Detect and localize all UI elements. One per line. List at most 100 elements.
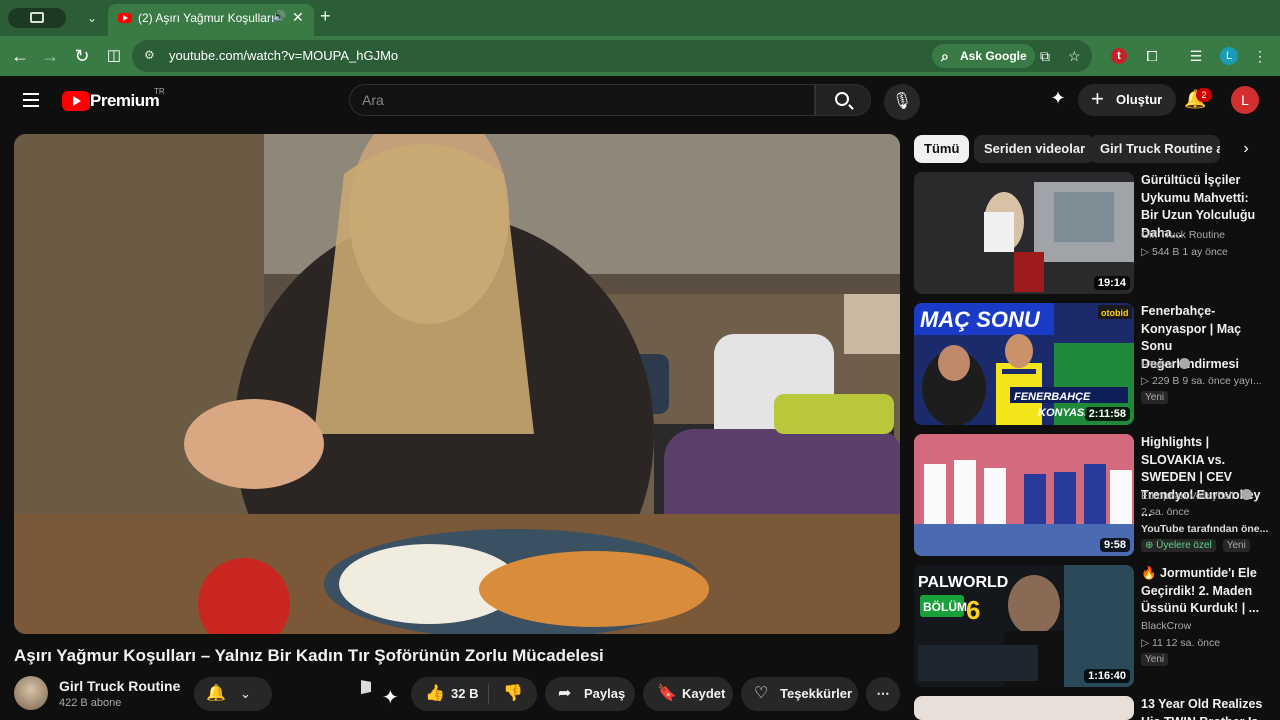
channel-name: HTalks [1141,359,1173,371]
recommendation-item[interactable]: MAÇ SONU otobid FENERBAHÇE KONYASI 2:11:… [914,303,1280,425]
tab-group-icon [30,12,44,23]
chip-channel[interactable]: Girl Truck Routine adlı [1090,135,1220,163]
address-bar[interactable]: ⚙ youtube.com/watch?v=MOUPA_hGJMo Ask Go… [132,40,1092,72]
video-thumbnail[interactable]: PALWORLD BÖLÜM 6 1:16:40 [914,565,1134,687]
save-button[interactable]: 🔖 Kaydet [643,677,733,711]
ask-google-button[interactable]: Ask Google [932,44,1035,68]
new-badge: Yeni [1141,653,1169,666]
youtube-favicon-icon [118,13,132,23]
like-dislike-group: 👍 32 B 👎 [411,677,537,711]
youtube-header: Premium TR 🎙 ✦ Oluştur 🔔 L [0,76,1280,124]
chip-all[interactable]: Tümü [914,135,970,163]
reading-list-icon[interactable]: ☰ [1186,46,1206,66]
channel-name: European Volleyball [1141,490,1234,502]
dislike-icon[interactable]: 👎 [503,677,523,711]
gemini-icon[interactable]: ✦ [1046,88,1070,112]
brand-name[interactable]: Premium [90,91,160,111]
new-badge: Yeni [1141,391,1169,404]
subscription-bell-button[interactable]: 🔔 ⌄ [194,677,272,711]
split-view-icon[interactable]: ◫ [102,44,126,68]
notification-badge: 2 [1196,88,1212,102]
search-box[interactable] [349,84,815,116]
url-text: youtube.com/watch?v=MOUPA_hGJMo [169,48,399,63]
browser-profile-avatar[interactable]: L [1220,47,1238,65]
chevron-right-icon[interactable]: › [1234,137,1258,161]
speaker-icon[interactable]: 🔊 [272,10,286,23]
thumb-text-sponsor: otobid [1101,308,1129,318]
recommendation-meta: ▷ 544 B 1 ay önce [1141,246,1228,258]
new-badge: Yeni [1222,539,1250,552]
members-only-label: Üyelere özel [1156,540,1212,551]
site-info-icon[interactable]: ⚙ [144,48,158,62]
account-avatar[interactable]: L [1231,86,1259,114]
forward-button[interactable]: → [38,44,62,68]
duration-badge: 2:11:58 [1084,407,1130,421]
region-code: TR [154,87,165,96]
search-icon [835,92,849,106]
share-icon: ➦ [558,685,572,702]
video-thumbnail[interactable]: MAÇ SONU otobid FENERBAHÇE KONYASI 2:11:… [914,303,1134,425]
browser-menu-icon[interactable]: ⋮ [1250,46,1270,66]
tab-list-dropdown[interactable]: ⌄ [84,8,100,28]
more-actions-button[interactable]: ⋯ [866,677,900,711]
like-divider [488,684,489,704]
video-thumbnail[interactable]: 19:14 [914,172,1134,294]
chip-series[interactable]: Seriden videolar [974,135,1096,163]
members-only-icon: ⊕ [1145,540,1154,551]
like-icon[interactable]: 👍 [425,677,445,711]
menu-icon[interactable] [23,93,39,107]
browser-tab[interactable]: (2) Aşırı Yağmur Koşulları 🔊 ✕ [108,4,314,36]
channel-avatar[interactable] [14,676,48,710]
search-button[interactable] [815,84,871,116]
recommendation-item[interactable]: PALWORLD BÖLÜM 6 1:16:40 🔥 Jormuntide'ı … [914,565,1280,687]
video-thumbnail[interactable] [914,696,1134,720]
recommended-by-youtube: YouTube tarafından öne... [1141,523,1269,535]
ask-gemini-icon[interactable]: ✦ [382,685,399,710]
recommendation-item[interactable]: 19:14 Gürültücü İşçiler Uykumu Mahvetti:… [914,172,1280,294]
tab-title: (2) Aşırı Yağmur Koşulları [138,11,275,25]
back-button[interactable]: ← [8,44,32,68]
recommendation-channel[interactable]: European Volleyball [1141,489,1252,502]
video-frame [14,134,900,634]
thumb-text-palworld: PALWORLD [918,574,1008,591]
recommendation-tags: Yeni [1141,653,1172,666]
thumb-text-konyasi: KONYASI [1038,407,1088,419]
recommendation-title[interactable]: 13 Year Old Realizes His TWIN Brother Is… [1141,696,1269,720]
recommendation-channel[interactable]: Girl Truck Routine [1141,229,1225,241]
search-input[interactable] [362,85,802,115]
duration-badge: 9:58 [1099,538,1130,552]
duration-badge: 1:16:40 [1084,669,1130,683]
video-player[interactable] [14,134,900,634]
new-tab-button[interactable]: + [320,6,331,27]
chevron-down-icon: ⌄ [240,686,251,701]
extension-t-icon[interactable]: t [1111,48,1127,64]
recommendation-channel[interactable]: BlackCrow [1141,620,1191,632]
browser-toolbar: ← → ↻ ◫ ⚙ youtube.com/watch?v=MOUPA_hGJM… [0,36,1280,76]
voice-search-icon[interactable]: 🎙 [884,84,920,120]
mouse-cursor-icon [361,680,371,696]
reload-button[interactable]: ↻ [70,44,94,68]
like-count[interactable]: 32 B [451,677,478,711]
create-button[interactable]: Oluştur [1078,83,1177,116]
verified-icon [1240,489,1252,500]
video-title: Aşırı Yağmur Koşulları – Yalnız Bir Kadı… [14,646,604,665]
recommendations-sidebar: Tümü Seriden videolar Girl Truck Routine… [914,134,1280,720]
channel-name[interactable]: Girl Truck Routine [59,678,180,694]
tab-group-button[interactable] [8,8,66,28]
recommendation-tags: ⊕ Üyelere özel Yeni [1141,539,1254,552]
video-thumbnail[interactable]: 9:58 [914,434,1134,556]
bookmark-star-icon[interactable]: ☆ [1068,48,1081,65]
members-only-badge: ⊕ Üyelere özel [1141,539,1216,552]
extensions-puzzle-icon[interactable]: ⧠ [1142,46,1162,66]
recommendation-title[interactable]: 🔥 Jormuntide'ı Ele Geçirdik! 2. Maden Üs… [1141,565,1269,618]
thumb-text-episode: 6 [966,595,980,625]
recommendation-item[interactable]: 13 Year Old Realizes His TWIN Brother Is… [914,696,1280,720]
thanks-button[interactable]: ♡ Teşekkürler [741,677,858,711]
close-tab-icon[interactable]: ✕ [292,9,304,26]
recommendation-channel[interactable]: HTalks [1141,358,1191,371]
recommendation-item[interactable]: 9:58 Highlights | SLOVAKIA vs. SWEDEN | … [914,434,1280,556]
recommendation-meta: 2 sa. önce [1141,506,1190,518]
install-icon[interactable]: ⧉ [1040,48,1050,65]
share-button[interactable]: ➦ Paylaş [545,677,635,711]
youtube-logo-icon[interactable] [62,91,90,111]
